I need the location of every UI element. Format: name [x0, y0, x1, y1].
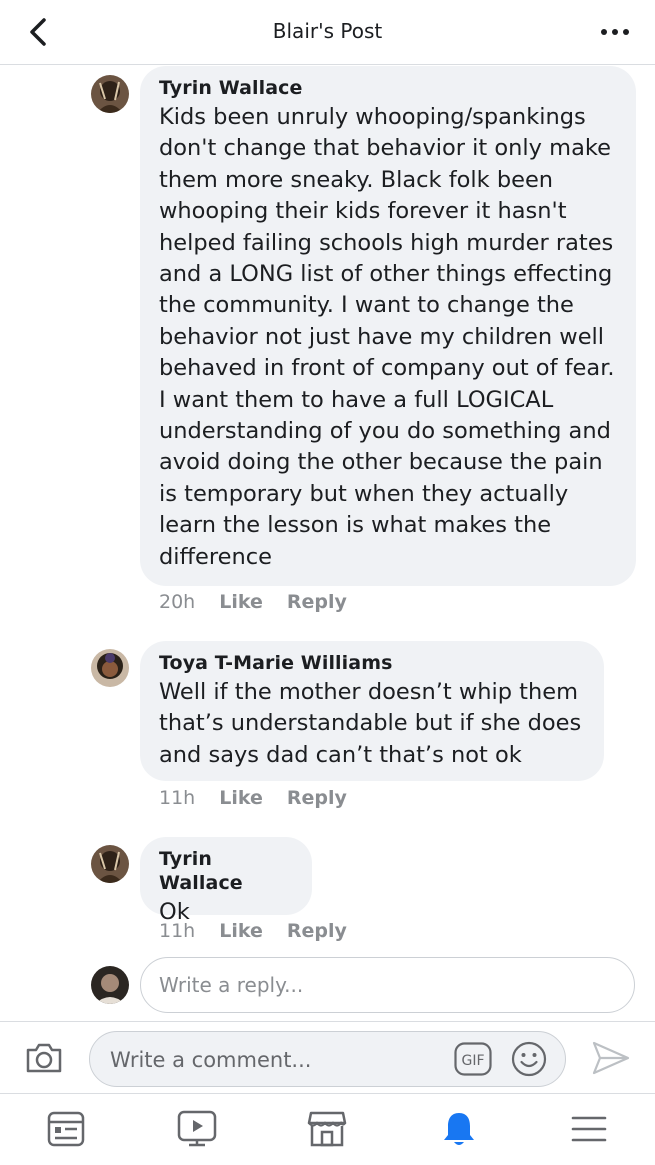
comment-bubble: Tyrin Wallace Ok [140, 837, 312, 925]
reply-button[interactable]: Reply [287, 920, 347, 942]
avatar[interactable] [91, 845, 129, 883]
gif-icon: GIF [454, 1042, 492, 1076]
comment-bubble: Tyrin Wallace Kids been unruly whooping/… [140, 66, 636, 586]
comment-author[interactable]: Toya T-Marie Williams [159, 651, 585, 675]
reply-button[interactable]: Reply [287, 591, 347, 613]
comment-text: Kids been unruly whooping/spankings don'… [159, 104, 615, 570]
current-user-avatar [91, 966, 129, 1004]
comment-field[interactable]: GIF [89, 1031, 566, 1088]
more-options-button[interactable] [593, 14, 637, 50]
bell-icon [444, 1113, 474, 1145]
like-button[interactable]: Like [219, 920, 263, 942]
gif-button[interactable]: GIF [454, 1041, 492, 1077]
comment-bubble: Toya T-Marie Williams Well if the mother… [140, 641, 604, 781]
tab-notifications[interactable] [437, 1108, 481, 1150]
comment-actions: 11h Like Reply [159, 787, 371, 809]
comment-actions: 11h Like Reply [159, 920, 371, 942]
comment-author[interactable]: Tyrin Wallace [159, 847, 293, 895]
camera-button[interactable] [22, 1038, 66, 1078]
more-dot-icon [612, 29, 618, 35]
comment-time: 11h [159, 920, 196, 942]
top-bar: Blair's Post [0, 0, 655, 65]
comment-author[interactable]: Tyrin Wallace [159, 76, 617, 100]
tab-news-feed[interactable] [44, 1108, 88, 1150]
avatar[interactable] [91, 75, 129, 113]
tab-watch[interactable] [175, 1108, 219, 1150]
emoji-button[interactable] [510, 1041, 548, 1077]
reply-input[interactable] [140, 957, 635, 1013]
comment-time: 20h [159, 591, 196, 613]
watch-video-icon [177, 1110, 217, 1147]
comment-time: 11h [159, 787, 196, 809]
send-icon [592, 1041, 630, 1075]
send-button[interactable] [588, 1038, 634, 1078]
comment-composer: GIF [0, 1021, 655, 1094]
tab-marketplace[interactable] [305, 1108, 349, 1150]
marketplace-shop-icon [307, 1111, 347, 1147]
gif-label: GIF [461, 1053, 484, 1069]
like-button[interactable]: Like [219, 591, 263, 613]
comment-text: Well if the mother doesn’t whip them tha… [159, 679, 582, 768]
avatar[interactable] [91, 649, 129, 687]
hamburger-menu-icon [571, 1116, 607, 1142]
page-title: Blair's Post [272, 19, 383, 43]
news-feed-icon [47, 1111, 85, 1147]
smiley-icon [511, 1041, 547, 1077]
more-dot-icon [623, 29, 629, 35]
more-dot-icon [601, 29, 607, 35]
reply-button[interactable]: Reply [287, 787, 347, 809]
tab-menu[interactable] [567, 1108, 611, 1150]
comment-actions: 20h Like Reply [159, 591, 371, 613]
camera-icon [26, 1043, 62, 1073]
bottom-tab-bar [0, 1093, 655, 1165]
like-button[interactable]: Like [219, 787, 263, 809]
comment-input[interactable] [108, 1032, 432, 1088]
